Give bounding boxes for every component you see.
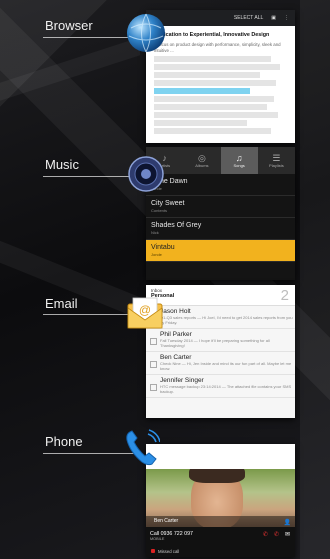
music-card[interactable]: ♪ Artists ◎ Albums ♫ Songs ☰ Playlists Dune …	[146, 147, 295, 280]
page-body-text: A focus on product design with performan…	[154, 42, 281, 53]
browser-label: Browser	[45, 18, 93, 33]
copy-icon[interactable]: ▣	[271, 15, 276, 21]
email-header: Inbox Personal 2	[146, 285, 295, 306]
email-label: Email	[45, 296, 78, 311]
email-card[interactable]: Inbox Personal 2 Jason Holt Q1-Q3 sales r…	[146, 285, 295, 418]
song-item[interactable]: Shades Of Grey Nick	[146, 218, 295, 240]
note-icon: ♫	[235, 153, 243, 163]
list-icon: ☰	[272, 153, 281, 163]
missed-call-row[interactable]: Missed call	[146, 545, 295, 557]
select-all-button[interactable]: SELECT ALL	[234, 15, 263, 21]
select-checkbox[interactable]	[150, 361, 157, 368]
song-item[interactable]: City Sweet Contents	[146, 196, 295, 218]
phone-handset-icon[interactable]	[124, 428, 160, 468]
speaker-icon[interactable]	[128, 156, 164, 192]
message-icon[interactable]: ✉	[285, 531, 290, 538]
email-list-item[interactable]: Jennifer Singer HTC message backup 23:14:…	[146, 375, 295, 398]
song-item-playing[interactable]: Vintabu Jonde	[146, 240, 295, 262]
phone-label: Phone	[45, 434, 83, 449]
phone-divider	[43, 453, 137, 454]
contact-photo: Ben Carter 👤	[146, 469, 295, 527]
missed-call-icon	[151, 549, 155, 553]
music-tabs: ♪ Artists ◎ Albums ♫ Songs ☰ Playlists	[146, 147, 295, 174]
call-row[interactable]: Call 0936 722 097 MOBILE ✆ ✆ ✉	[146, 527, 295, 545]
email-divider	[43, 314, 137, 315]
phone-card[interactable]: Ben Carter 👤 Call 0936 722 097 MOBILE ✆ …	[146, 444, 295, 557]
email-list-item[interactable]: Jason Holt Q1-Q3 sales reports — Hi Joel,…	[146, 306, 295, 329]
call-icon[interactable]: ✆	[263, 531, 268, 538]
wallpaper-facet	[300, 0, 330, 559]
browser-toolbar: SELECT ALL ▣ ⋮	[146, 10, 295, 26]
phone-top-bar	[146, 444, 295, 469]
tab-playlists[interactable]: ☰ Playlists	[258, 147, 295, 174]
contact-name-bar: Ben Carter 👤	[146, 516, 295, 527]
video-call-icon[interactable]: ✆	[274, 531, 279, 538]
music-divider	[43, 176, 137, 177]
browser-divider	[43, 37, 137, 38]
more-icon[interactable]: ⋮	[284, 15, 289, 21]
email-list-item[interactable]: Ben Carter Check Nine — Hi, Jen Inside an…	[146, 352, 295, 375]
album-icon: ◎	[197, 153, 206, 163]
account-name: Inbox	[151, 288, 163, 293]
unread-count: 2	[280, 287, 289, 304]
tab-songs[interactable]: ♫ Songs	[220, 147, 258, 174]
svg-text:@: @	[139, 303, 151, 317]
tab-albums[interactable]: ◎ Albums	[183, 147, 220, 174]
contact-name: Ben Carter	[154, 518, 179, 524]
contact-hair	[189, 469, 245, 483]
browser-globe-icon[interactable]	[125, 12, 167, 54]
music-label: Music	[45, 157, 79, 172]
browser-card[interactable]: SELECT ALL ▣ ⋮ Dedication to Experientia…	[146, 10, 295, 143]
song-item[interactable]: Dune Dawn Jonde	[146, 174, 295, 196]
contact-icon[interactable]: 👤	[284, 518, 291, 527]
call-actions: ✆ ✆ ✉	[263, 531, 290, 538]
number-type: MOBILE	[150, 537, 165, 541]
envelope-icon[interactable]: @	[126, 296, 164, 330]
page-title: Dedication to Experiential, Innovative D…	[154, 32, 270, 38]
select-checkbox[interactable]	[150, 338, 157, 345]
folder-name[interactable]: Personal	[151, 293, 295, 299]
page-body-lines	[154, 56, 287, 134]
email-list-item[interactable]: Phil Parker Fall Tuesday 2014 — I hope it…	[146, 329, 295, 352]
select-checkbox[interactable]	[150, 384, 157, 391]
